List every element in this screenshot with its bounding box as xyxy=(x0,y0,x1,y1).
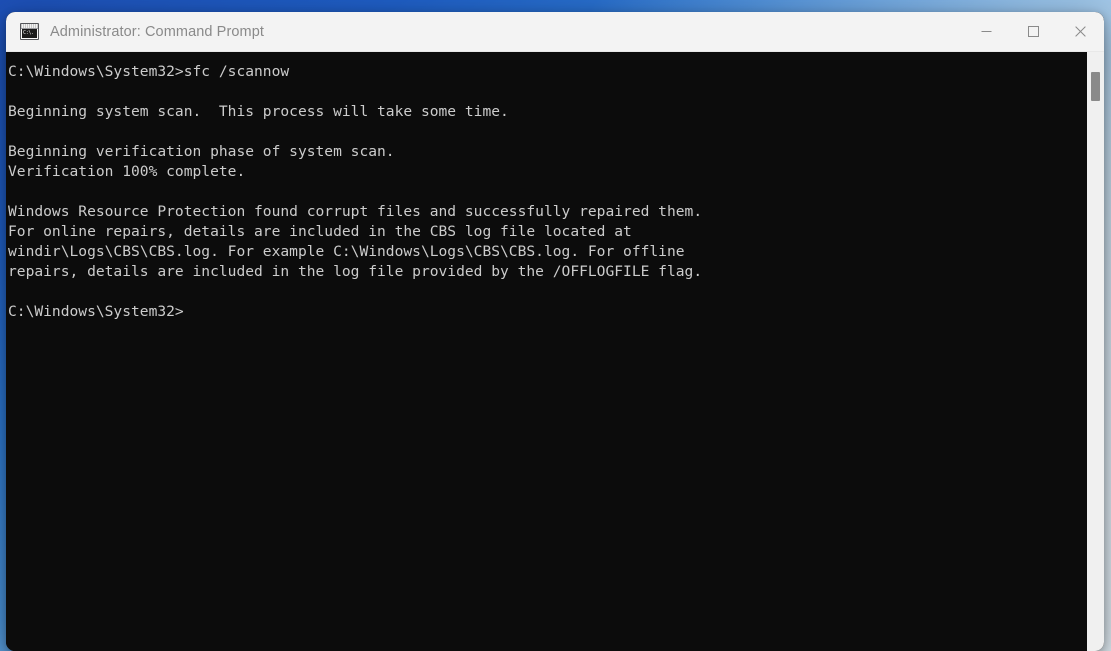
maximize-icon xyxy=(1028,26,1039,37)
minimize-button[interactable] xyxy=(963,12,1010,51)
terminal-line: For online repairs, details are included… xyxy=(8,223,632,240)
terminal-line: Verification 100% complete. xyxy=(8,163,246,180)
command-prompt-icon: C:\. xyxy=(20,23,39,40)
close-icon xyxy=(1075,26,1086,37)
title-bar[interactable]: C:\. Administrator: Command Prompt xyxy=(6,12,1104,52)
terminal-line: Beginning verification phase of system s… xyxy=(8,143,395,160)
terminal-line: repairs, details are included in the log… xyxy=(8,263,703,280)
scrollbar-thumb[interactable] xyxy=(1091,72,1100,101)
terminal-area[interactable]: C:\Windows\System32>sfc /scannow Beginnin… xyxy=(6,52,1104,651)
terminal-line: C:\Windows\System32> xyxy=(8,303,184,320)
window-title: Administrator: Command Prompt xyxy=(50,23,265,40)
terminal-line: windir\Logs\CBS\CBS.log. For example C:\… xyxy=(8,243,685,260)
maximize-button[interactable] xyxy=(1010,12,1057,51)
caption-button-group xyxy=(963,12,1104,51)
close-button[interactable] xyxy=(1057,12,1104,51)
terminal-line: Windows Resource Protection found corrup… xyxy=(8,203,703,220)
minimize-icon xyxy=(981,31,992,32)
terminal-line: Beginning system scan. This process will… xyxy=(8,103,509,120)
terminal-output[interactable]: C:\Windows\System32>sfc /scannow Beginnin… xyxy=(6,52,1087,651)
icon-prompt-glyph: C:\. xyxy=(22,29,37,38)
command-prompt-window: C:\. Administrator: Command Prompt C:\Wi… xyxy=(6,12,1104,651)
terminal-line: C:\Windows\System32>sfc /scannow xyxy=(8,63,290,80)
vertical-scrollbar[interactable] xyxy=(1087,52,1104,651)
